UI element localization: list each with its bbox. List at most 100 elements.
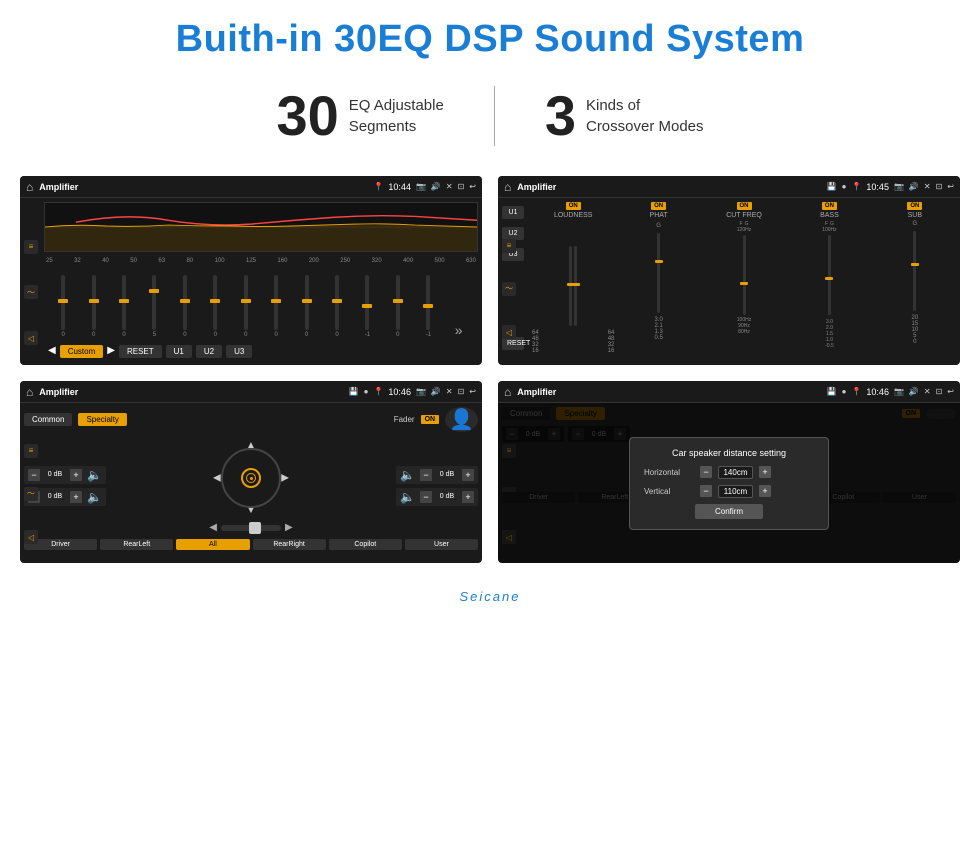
preset-custom[interactable]: Custom bbox=[60, 345, 104, 358]
bass-on[interactable]: ON bbox=[822, 202, 837, 210]
slider-11[interactable]: 0 bbox=[383, 275, 413, 338]
wave-icon-2[interactable]: 〜 bbox=[502, 282, 516, 296]
slider-track[interactable] bbox=[221, 525, 281, 531]
vertical-label: Vertical bbox=[644, 487, 694, 496]
home-icon-3[interactable]: ⌂ bbox=[26, 385, 33, 399]
screen3-app-name: Amplifier bbox=[39, 387, 348, 397]
vertical-minus[interactable]: − bbox=[700, 485, 712, 497]
sub-on[interactable]: ON bbox=[907, 202, 922, 210]
eq-icon[interactable]: ≡ bbox=[24, 240, 38, 254]
sub-track[interactable] bbox=[913, 231, 916, 311]
joystick[interactable]: ▲ ▼ ◀ ▶ bbox=[211, 438, 291, 518]
camera-icon: 📷 bbox=[416, 182, 426, 191]
slider-9[interactable]: 0 bbox=[322, 275, 352, 338]
pos-rearleft[interactable]: RearLeft bbox=[100, 539, 173, 550]
vertical-plus[interactable]: + bbox=[759, 485, 771, 497]
pos-all[interactable]: All bbox=[176, 539, 249, 550]
volume-down-icon[interactable]: ◁ bbox=[24, 331, 38, 345]
stat-eq-number: 30 bbox=[276, 83, 338, 148]
ch2-plus[interactable]: + bbox=[462, 469, 474, 481]
volume-down-icon-2[interactable]: ◁ bbox=[502, 325, 516, 339]
home-icon-4[interactable]: ⌂ bbox=[504, 385, 511, 399]
phat-label: PHAT bbox=[650, 212, 668, 219]
freq-630: 630 bbox=[466, 258, 476, 264]
ch3-plus[interactable]: + bbox=[462, 491, 474, 503]
watermark: Seicane bbox=[0, 583, 980, 614]
horizontal-minus[interactable]: − bbox=[700, 466, 712, 478]
dot-icon-3: ● bbox=[364, 387, 369, 396]
home-icon[interactable]: ⌂ bbox=[26, 180, 33, 194]
phat-on[interactable]: ON bbox=[651, 202, 666, 210]
slider-8[interactable]: 0 bbox=[291, 275, 321, 338]
person-icon-3[interactable]: 👤 bbox=[445, 407, 478, 432]
slider-3[interactable]: 5 bbox=[139, 275, 169, 338]
eq-icon-2[interactable]: ≡ bbox=[502, 239, 516, 253]
loudness-on[interactable]: ON bbox=[566, 202, 581, 210]
volume-down-icon-3[interactable]: ◁ bbox=[24, 530, 38, 544]
joystick-right[interactable]: ▶ bbox=[281, 473, 289, 484]
ch3-minus[interactable]: − bbox=[420, 491, 432, 503]
loudness-track1[interactable] bbox=[569, 246, 572, 326]
wave-icon-3[interactable]: 〜 bbox=[24, 487, 38, 501]
slider-0[interactable]: 0 bbox=[48, 275, 78, 338]
slider-4[interactable]: 0 bbox=[170, 275, 200, 338]
stat-eq-label: EQ AdjustableSegments bbox=[349, 95, 444, 137]
slider-12[interactable]: -1 bbox=[413, 275, 443, 338]
loudness-track2[interactable] bbox=[574, 246, 577, 326]
dsp-columns: ON LOUDNESS 6464 4848 bbox=[528, 198, 960, 358]
reset-btn[interactable]: RESET bbox=[119, 345, 162, 358]
eq-icon-3[interactable]: ≡ bbox=[24, 444, 38, 458]
fader-on-badge[interactable]: ON bbox=[421, 415, 440, 424]
back-icon-4[interactable]: ↩ bbox=[947, 387, 954, 396]
bass-track[interactable] bbox=[828, 235, 831, 315]
cutfreq-track[interactable] bbox=[743, 235, 746, 315]
dsp-loudness: ON LOUDNESS 6464 4848 bbox=[532, 202, 614, 354]
stat-eq: 30 EQ AdjustableSegments bbox=[226, 83, 493, 148]
tab-specialty-3[interactable]: Specialty bbox=[78, 413, 126, 426]
screen-eq-custom: ⌂ Amplifier 📍 10:44 📷 🔊 ✕ ⊡ ↩ ≡ 〜 ◁ bbox=[20, 176, 482, 365]
fullscreen-icon-2: ⊡ bbox=[936, 182, 943, 191]
slider-7[interactable]: 0 bbox=[261, 275, 291, 338]
back-icon[interactable]: ↩ bbox=[469, 182, 476, 191]
scroll-arrow-right[interactable]: » bbox=[443, 322, 473, 338]
slider-2[interactable]: 0 bbox=[109, 275, 139, 338]
pos-rearright[interactable]: RearRight bbox=[253, 539, 326, 550]
ch2-minus[interactable]: − bbox=[420, 469, 432, 481]
prev-icon[interactable]: ◀ bbox=[48, 345, 56, 358]
slider-left-arrow[interactable]: ◀ bbox=[209, 522, 217, 533]
u1-dsp-btn[interactable]: U1 bbox=[502, 206, 524, 219]
ch1-plus[interactable]: + bbox=[70, 491, 82, 503]
loudness-label: LOUDNESS bbox=[554, 212, 593, 219]
speaker-layout: − 0 dB + 🔈 − 0 dB + 🔈 bbox=[24, 438, 478, 533]
next-icon[interactable]: ▶ bbox=[107, 345, 115, 358]
u1-btn[interactable]: U1 bbox=[166, 345, 192, 358]
u3-btn[interactable]: U3 bbox=[226, 345, 252, 358]
wave-icon[interactable]: 〜 bbox=[24, 285, 38, 299]
back-icon-2[interactable]: ↩ bbox=[947, 182, 954, 191]
camera-icon-4: 📷 bbox=[894, 387, 904, 396]
slider-1[interactable]: 0 bbox=[78, 275, 108, 338]
cutfreq-label: CUT FREQ bbox=[726, 212, 762, 219]
screen-dsp: ⌂ Amplifier 💾 ● 📍 10:45 📷 🔊 ✕ ⊡ ↩ ≡ 〜 ◁ bbox=[498, 176, 960, 365]
tab-common-3[interactable]: Common bbox=[24, 413, 72, 426]
horizontal-plus[interactable]: + bbox=[759, 466, 771, 478]
slider-10[interactable]: -1 bbox=[352, 275, 382, 338]
pos-copilot[interactable]: Copilot bbox=[329, 539, 402, 550]
phat-track[interactable] bbox=[657, 233, 660, 313]
x-icon-4: ✕ bbox=[924, 387, 931, 396]
dialog-title: Car speaker distance setting bbox=[644, 448, 814, 458]
ch0-plus[interactable]: + bbox=[70, 469, 82, 481]
slider-right-arrow[interactable]: ▶ bbox=[285, 522, 293, 533]
home-icon-2[interactable]: ⌂ bbox=[504, 180, 511, 194]
x-icon-3: ✕ bbox=[446, 387, 453, 396]
slider-6[interactable]: 0 bbox=[231, 275, 261, 338]
back-icon-3[interactable]: ↩ bbox=[469, 387, 476, 396]
pos-user[interactable]: User bbox=[405, 539, 478, 550]
slider-5[interactable]: 0 bbox=[200, 275, 230, 338]
u2-btn[interactable]: U2 bbox=[196, 345, 222, 358]
cutfreq-on[interactable]: ON bbox=[737, 202, 752, 210]
confirm-btn[interactable]: Confirm bbox=[695, 504, 763, 519]
slider-handle[interactable] bbox=[249, 522, 261, 534]
joystick-left[interactable]: ◀ bbox=[213, 473, 221, 484]
screen-speaker: ⌂ Amplifier 💾 ● 📍 10:46 📷 🔊 ✕ ⊡ ↩ ≡ 〜 ◁ bbox=[20, 381, 482, 563]
